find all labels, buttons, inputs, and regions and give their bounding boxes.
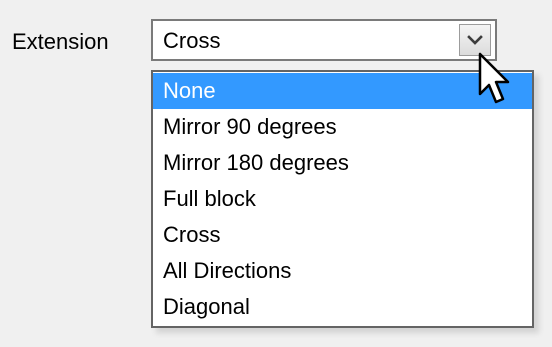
extension-label: Extension <box>12 29 109 54</box>
option-all-directions[interactable]: All Directions <box>153 253 532 289</box>
extension-combobox[interactable]: Cross <box>151 19 497 61</box>
chevron-down-icon <box>467 35 483 45</box>
extension-selected-value: Cross <box>163 28 221 53</box>
option-cross[interactable]: Cross <box>153 217 532 253</box>
option-diagonal[interactable]: Diagonal <box>153 289 532 325</box>
mouse-cursor-icon <box>478 52 510 104</box>
option-mirror-180-degrees[interactable]: Mirror 180 degrees <box>153 145 532 181</box>
window-content: Extension Cross None Mirror 90 degrees M… <box>0 0 552 347</box>
option-full-block[interactable]: Full block <box>153 181 532 217</box>
option-mirror-90-degrees[interactable]: Mirror 90 degrees <box>153 109 532 145</box>
